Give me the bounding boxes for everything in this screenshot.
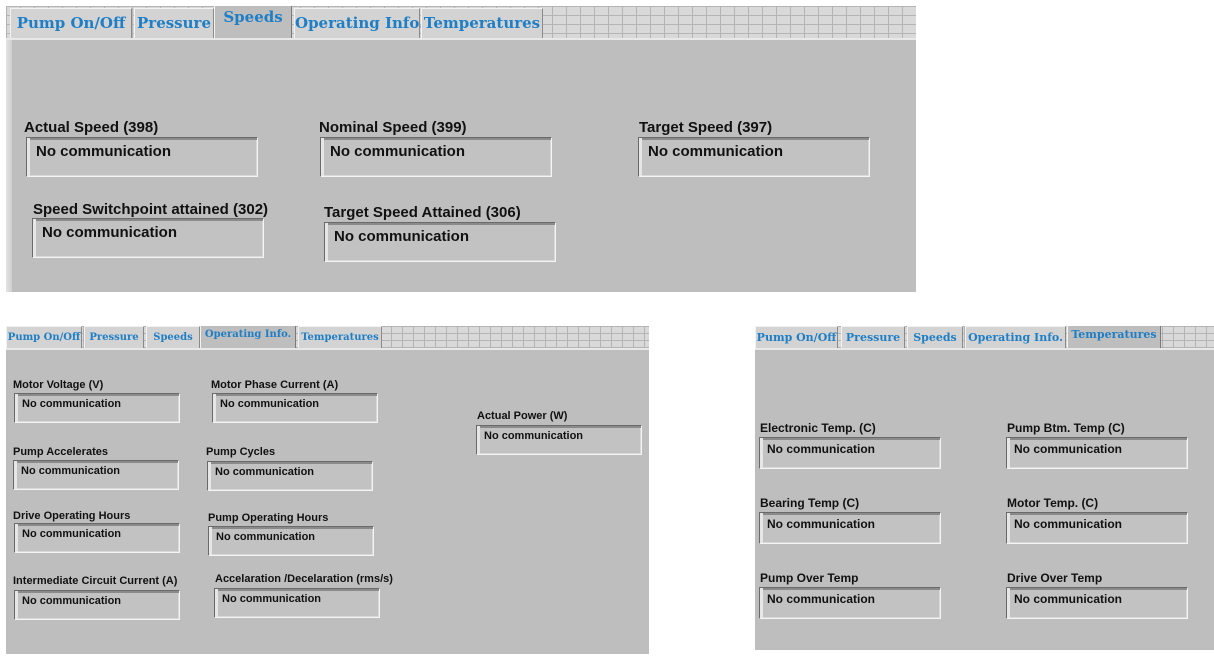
tab-pump-on-off[interactable]: Pump On/Off: [10, 8, 132, 38]
target-speed-label: Target Speed (397): [639, 119, 773, 136]
operating-info-panel: Pump On/Off Pressure Speeds Operating In…: [6, 326, 649, 654]
speeds-panel: Pump On/Off Pressure Speeds Operating In…: [6, 6, 916, 292]
motor-temp-label: Motor Temp. (C): [1007, 496, 1099, 510]
motor-temp-indicator: No communication: [1006, 512, 1188, 544]
acceleration-deceleration-indicator: No communication: [214, 588, 380, 618]
pump-accelerates-indicator: No communication: [13, 460, 179, 490]
tab-bar: Pump On/Off Pressure Speeds Operating In…: [6, 326, 649, 350]
drive-over-temp-label: Drive Over Temp: [1007, 571, 1103, 585]
electronic-temp-indicator: No communication: [759, 437, 941, 469]
tab-pump-on-off[interactable]: Pump On/Off: [755, 326, 838, 348]
motor-voltage-label: Motor Voltage (V): [13, 379, 104, 391]
panel-left-edge: [6, 40, 12, 292]
electronic-temp-label: Electronic Temp. (C): [760, 421, 876, 435]
tab-speeds[interactable]: Speeds: [214, 6, 292, 38]
pump-over-temp-indicator: No communication: [759, 587, 941, 619]
tab-pressure[interactable]: Pressure: [841, 326, 905, 348]
nominal-speed-indicator: No communication: [320, 137, 552, 177]
pump-over-temp-label: Pump Over Temp: [760, 571, 859, 585]
tab-temperatures[interactable]: Temperatures: [1067, 326, 1161, 348]
tab-operating-info[interactable]: Operating Info.: [965, 326, 1066, 348]
intermediate-circuit-current-label: Intermediate Circuit Current (A): [13, 575, 178, 587]
tab-bar: Pump On/Off Pressure Speeds Operating In…: [6, 6, 916, 40]
actual-power-label: Actual Power (W): [477, 410, 568, 422]
pump-cycles-label: Pump Cycles: [206, 446, 276, 458]
actual-speed-indicator: No communication: [26, 137, 258, 177]
tab-pump-on-off[interactable]: Pump On/Off: [6, 326, 82, 348]
motor-voltage-indicator: No communication: [14, 393, 180, 423]
acceleration-deceleration-label: Accelaration /Decelaration (rms/s): [215, 573, 393, 585]
speed-switchpoint-indicator: No communication: [32, 218, 264, 258]
tab-bar: Pump On/Off Pressure Speeds Operating In…: [755, 326, 1214, 350]
tab-temperatures[interactable]: Temperatures: [298, 326, 382, 348]
intermediate-circuit-current-indicator: No communication: [14, 590, 180, 620]
pump-operating-hours-indicator: No communication: [208, 526, 374, 556]
tab-operating-info[interactable]: Operating Info.: [200, 326, 296, 348]
tab-speeds[interactable]: Speeds: [146, 326, 200, 348]
target-speed-attained-indicator: No communication: [324, 222, 556, 262]
motor-phase-current-label: Motor Phase Current (A): [211, 379, 339, 391]
bearing-temp-label: Bearing Temp (C): [760, 496, 860, 510]
drive-over-temp-indicator: No communication: [1006, 587, 1188, 619]
pump-operating-hours-label: Pump Operating Hours: [208, 512, 329, 524]
actual-power-indicator: No communication: [476, 425, 642, 455]
motor-phase-current-indicator: No communication: [212, 393, 378, 423]
nominal-speed-label: Nominal Speed (399): [319, 119, 467, 136]
pump-btm-temp-indicator: No communication: [1006, 437, 1188, 469]
tab-temperatures[interactable]: Temperatures: [421, 8, 543, 38]
drive-operating-hours-indicator: No communication: [14, 523, 180, 553]
pump-btm-temp-label: Pump Btm. Temp (C): [1007, 421, 1125, 435]
pump-accelerates-label: Pump Accelerates: [13, 446, 108, 458]
target-speed-indicator: No communication: [638, 137, 870, 177]
pump-cycles-indicator: No communication: [207, 461, 373, 491]
actual-speed-label: Actual Speed (398): [24, 119, 159, 136]
target-speed-attained-label: Target Speed Attained (306): [324, 204, 521, 221]
temperatures-panel: Pump On/Off Pressure Speeds Operating In…: [755, 326, 1214, 650]
speed-switchpoint-label: Speed Switchpoint attained (302): [33, 201, 269, 218]
bearing-temp-indicator: No communication: [759, 512, 941, 544]
tab-pressure[interactable]: Pressure: [84, 326, 144, 348]
tab-pressure[interactable]: Pressure: [134, 8, 214, 38]
tab-speeds[interactable]: Speeds: [907, 326, 963, 348]
tab-operating-info[interactable]: Operating Info.: [294, 8, 424, 38]
drive-operating-hours-label: Drive Operating Hours: [13, 510, 131, 522]
